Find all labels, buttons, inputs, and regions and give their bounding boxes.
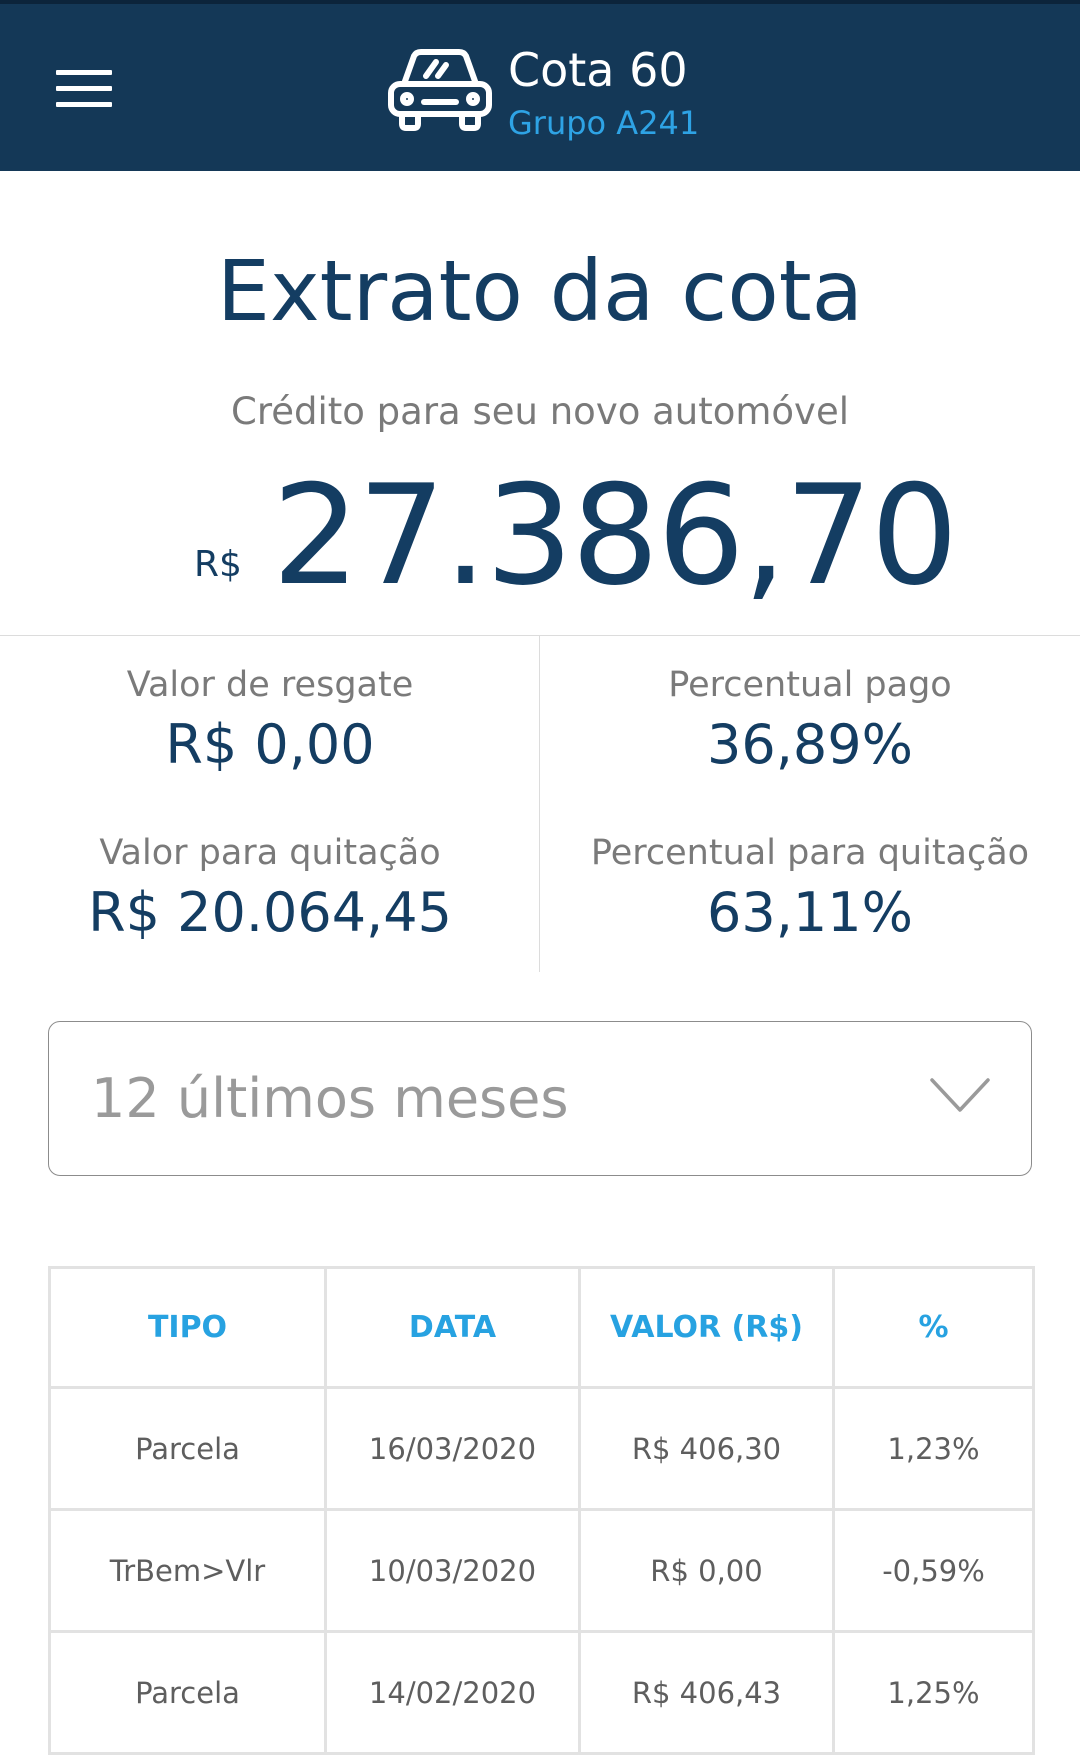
hamburger-menu-icon[interactable] bbox=[50, 66, 114, 114]
table-row: Parcela 16/03/2020 R$ 406,30 1,23% bbox=[48, 1386, 1035, 1511]
stat-label: Percentual pago bbox=[668, 665, 952, 705]
column-header-valor: VALOR (R$) bbox=[578, 1266, 835, 1389]
group-subtitle: Grupo A241 bbox=[508, 104, 700, 142]
table-row: Parcela 14/02/2020 R$ 406,43 1,25% bbox=[48, 1630, 1035, 1755]
stat-value: 36,89% bbox=[707, 713, 913, 776]
column-header-data: DATA bbox=[324, 1266, 581, 1389]
cell-valor: R$ 406,30 bbox=[578, 1386, 835, 1511]
credit-currency: R$ bbox=[194, 544, 242, 585]
table-header-row: TIPO DATA VALOR (R$) % bbox=[48, 1266, 1035, 1389]
cell-data: 16/03/2020 bbox=[324, 1386, 581, 1511]
quota-title: Cota 60 bbox=[508, 43, 688, 97]
stat-value: 63,11% bbox=[707, 881, 913, 944]
table-row: TrBem>Vlr 10/03/2020 R$ 0,00 -0,59% bbox=[48, 1508, 1035, 1633]
cell-valor: R$ 0,00 bbox=[578, 1508, 835, 1633]
app-header: Cota 60 Grupo A241 bbox=[0, 0, 1080, 171]
chevron-down-icon bbox=[930, 1078, 990, 1112]
cell-percent: 1,25% bbox=[832, 1630, 1035, 1755]
period-select-value: 12 últimos meses bbox=[91, 1067, 569, 1130]
cell-percent: -0,59% bbox=[832, 1508, 1035, 1633]
cell-data: 14/02/2020 bbox=[324, 1630, 581, 1755]
car-icon bbox=[388, 49, 492, 131]
stat-value: R$ 0,00 bbox=[165, 713, 375, 776]
credit-value: 27.386,70 bbox=[272, 455, 958, 616]
period-select[interactable]: 12 últimos meses bbox=[48, 1021, 1032, 1176]
stat-label: Valor para quitação bbox=[99, 833, 441, 873]
cell-data: 10/03/2020 bbox=[324, 1508, 581, 1633]
stat-value: R$ 20.064,45 bbox=[88, 881, 452, 944]
stat-valor-quitacao: Valor para quitação R$ 20.064,45 bbox=[0, 828, 540, 948]
divider bbox=[0, 635, 1080, 636]
column-header-tipo: TIPO bbox=[48, 1266, 327, 1389]
cell-tipo: Parcela bbox=[48, 1386, 327, 1511]
stat-label: Percentual para quitação bbox=[590, 833, 1030, 873]
credit-label: Crédito para seu novo automóvel bbox=[231, 390, 849, 433]
cell-tipo: TrBem>Vlr bbox=[48, 1508, 327, 1633]
statement-table: TIPO DATA VALOR (R$) % Parcela 16/03/202… bbox=[48, 1266, 1035, 1755]
cell-percent: 1,23% bbox=[832, 1386, 1035, 1511]
stat-percentual-quitacao: Percentual para quitação 63,11% bbox=[540, 828, 1080, 948]
cell-valor: R$ 406,43 bbox=[578, 1630, 835, 1755]
cell-tipo: Parcela bbox=[48, 1630, 327, 1755]
stat-valor-resgate: Valor de resgate R$ 0,00 bbox=[0, 660, 540, 780]
stat-percentual-pago: Percentual pago 36,89% bbox=[540, 660, 1080, 780]
column-header-percent: % bbox=[832, 1266, 1035, 1389]
page-title: Extrato da cota bbox=[216, 242, 864, 340]
stat-label: Valor de resgate bbox=[126, 665, 414, 705]
